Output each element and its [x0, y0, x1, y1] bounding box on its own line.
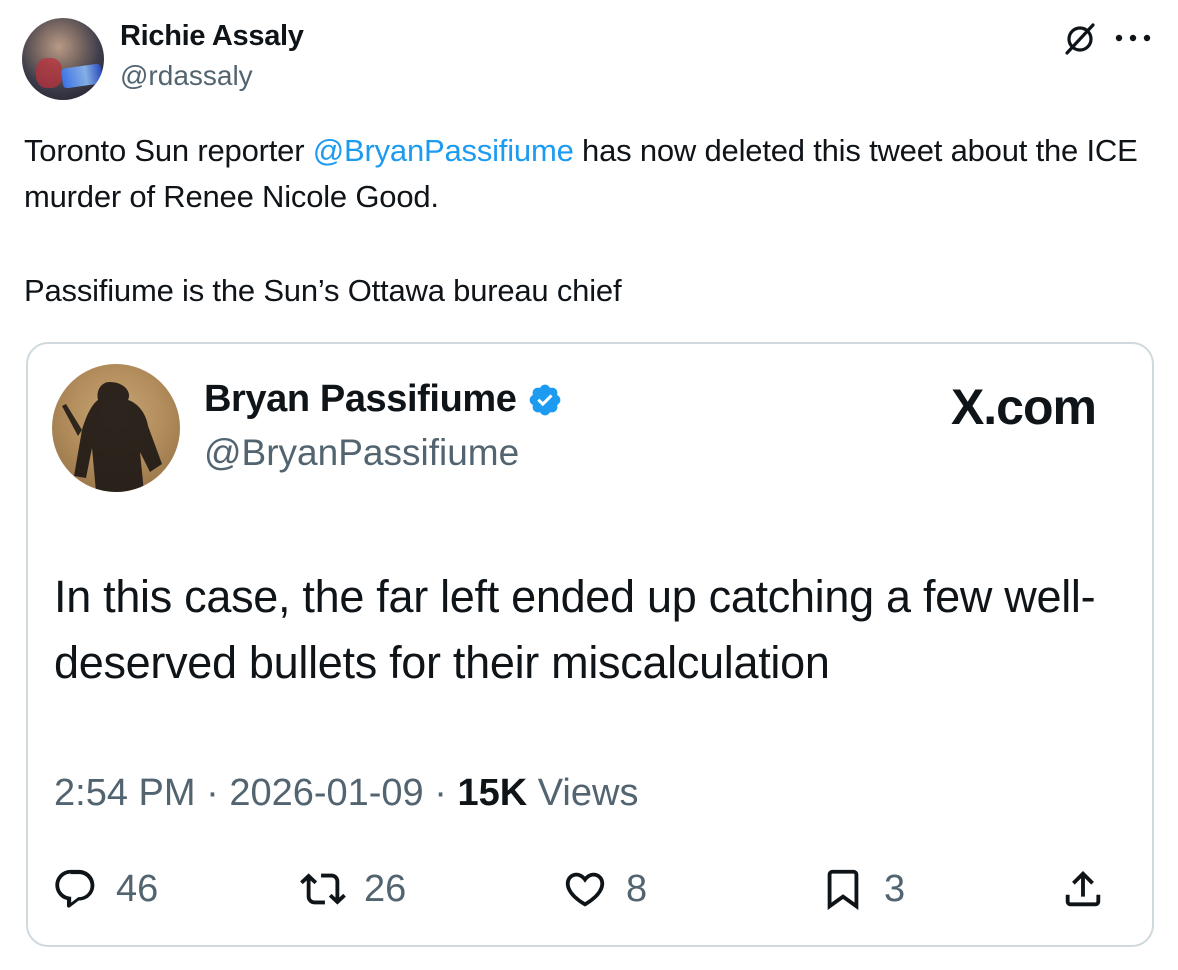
- verified-badge-icon: [529, 384, 560, 415]
- post-container: Richie Assaly @rdassaly Toronto Sun repo…: [0, 0, 1178, 970]
- heart-icon: [565, 872, 605, 907]
- meta-separator: ·: [195, 772, 230, 814]
- quoted-tweet-card[interactable]: Bryan Passifiume @BryanPassifiume X.com …: [26, 342, 1154, 947]
- xcom-logo: X.com: [950, 379, 1097, 435]
- reply-icon: [55, 869, 95, 908]
- more-icon[interactable]: [1112, 28, 1154, 48]
- quoted-tweet-meta: 2:54 PM · 2026-01-09 · 15K Views: [54, 772, 638, 815]
- quoted-author-name: Bryan Passifiume: [204, 378, 563, 421]
- bookmark-count: 3: [884, 867, 906, 910]
- reply-count: 46: [116, 867, 159, 910]
- like-count: 8: [626, 867, 648, 910]
- tweet-time: 2:54 PM: [54, 772, 196, 814]
- share-button[interactable]: [1060, 864, 1106, 914]
- mention-link[interactable]: @BryanPassifiume: [313, 133, 574, 168]
- quoted-author-handle: @BryanPassifiume: [204, 432, 520, 473]
- like-button[interactable]: 8: [562, 864, 647, 914]
- share-icon: [1065, 870, 1101, 907]
- repost-button[interactable]: 26: [300, 864, 406, 914]
- quoted-author-name-text: Bryan Passifiume: [204, 378, 517, 420]
- quoted-author-avatar: [52, 364, 180, 492]
- quoted-tweet-text: In this case, the far left ended up catc…: [54, 571, 1096, 688]
- reply-button[interactable]: 46: [52, 864, 158, 914]
- tweet-date: 2026-01-09: [229, 772, 424, 814]
- bookmark-icon: [827, 869, 859, 910]
- repost-icon: [300, 873, 346, 905]
- author-avatar[interactable]: [22, 18, 104, 100]
- meta-separator: ·: [423, 772, 458, 814]
- repost-count: 26: [364, 867, 407, 910]
- post-paragraph-1: Toronto Sun reporter @BryanPassifiume ha…: [24, 128, 1144, 220]
- author-handle[interactable]: @rdassaly: [120, 60, 253, 92]
- post-paragraph-2: Passifiume is the Sun’s Ottawa bureau ch…: [24, 273, 622, 308]
- grok-icon[interactable]: [1063, 22, 1097, 56]
- bookmark-button[interactable]: 3: [820, 864, 905, 914]
- tweet-actions-bar: 46 26 8 3: [52, 864, 1122, 914]
- author-name[interactable]: Richie Assaly: [120, 20, 304, 53]
- views-count: 15K: [457, 772, 528, 814]
- post-text: Toronto Sun reporter @BryanPassifiume ha…: [24, 128, 1144, 314]
- views-label: Views: [527, 772, 639, 814]
- post-text-part1: Toronto Sun reporter: [24, 133, 313, 168]
